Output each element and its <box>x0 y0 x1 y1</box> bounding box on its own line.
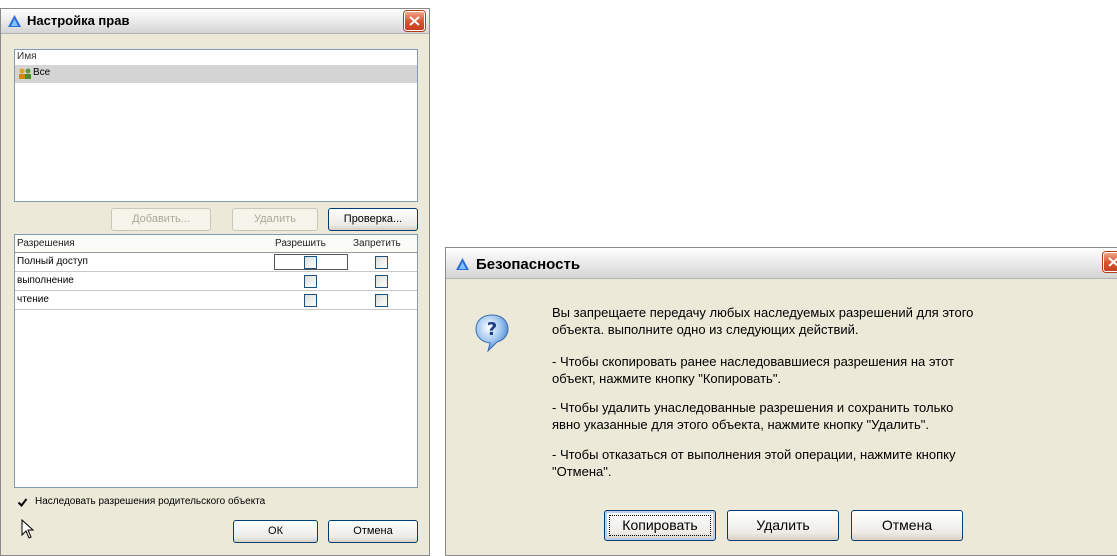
message-line: явно указанные для этого объекта, нажмит… <box>552 417 929 432</box>
allow-checkbox[interactable] <box>304 256 317 269</box>
allow-checkbox[interactable] <box>304 275 317 288</box>
close-icon <box>409 16 420 26</box>
message-line: - Чтобы удалить унаследованные разрешени… <box>552 400 954 415</box>
users-group-icon <box>19 68 31 79</box>
permission-label: Полный доступ <box>17 256 88 267</box>
svg-text:?: ? <box>487 319 497 340</box>
user-name: Все <box>33 67 51 78</box>
permission-label: чтение <box>17 294 49 305</box>
cancel-button[interactable]: Отмена <box>851 510 963 541</box>
allow-checkbox[interactable] <box>304 294 317 307</box>
remove-button[interactable]: Удалить <box>232 208 318 231</box>
table-header: Разрешения Разрешить Запретить <box>15 235 417 253</box>
permissions-dialog: Настройка прав Имя Все Добавить... Удали… <box>0 8 430 556</box>
column-header-allow: Разрешить <box>275 238 326 249</box>
close-button[interactable] <box>1103 252 1117 272</box>
message-line: - Чтобы скопировать ранее наследовавшиес… <box>552 354 954 369</box>
question-icon: ? <box>475 314 509 353</box>
mouse-cursor-icon <box>21 519 35 539</box>
add-button[interactable]: Добавить... <box>111 208 211 231</box>
focus-indicator <box>609 515 711 536</box>
permissions-table: Разрешения Разрешить Запретить Полный до… <box>14 234 418 488</box>
dialog-title: Настройка прав <box>27 13 130 28</box>
message-line: объекта. выполните одно из следующих дей… <box>552 322 859 337</box>
permission-label: выполнение <box>17 275 74 286</box>
message-line: Вы запрещаете передачу любых наследуемых… <box>552 305 974 320</box>
app-logo-icon <box>456 258 469 270</box>
column-header-permissions: Разрешения <box>17 238 75 249</box>
table-row: Полный доступ <box>15 253 417 272</box>
title-bar[interactable]: Настройка прав <box>1 9 429 34</box>
app-logo-icon <box>8 15 21 27</box>
message-line: объект, нажмите кнопку "Копировать". <box>552 371 782 386</box>
checkmark-icon[interactable] <box>17 497 28 508</box>
dialog-title: Безопасность <box>476 256 581 273</box>
deny-checkbox[interactable] <box>375 275 388 288</box>
remove-button[interactable]: Удалить <box>727 510 839 541</box>
ok-button[interactable]: ОК <box>233 520 318 543</box>
inherit-label: Наследовать разрешения родительского объ… <box>35 496 266 507</box>
message-line: - Чтобы отказаться от выполнения этой оп… <box>552 447 956 462</box>
deny-checkbox[interactable] <box>375 256 388 269</box>
cancel-button[interactable]: Отмена <box>328 520 418 543</box>
table-row: выполнение <box>15 272 417 291</box>
security-dialog: Безопасность ? Вы запрещаете передачу лю… <box>445 247 1117 556</box>
close-button[interactable] <box>404 11 425 31</box>
message-line: "Отмена". <box>552 464 612 479</box>
title-bar[interactable]: Безопасность <box>446 248 1117 279</box>
copy-button[interactable]: Копировать <box>604 510 716 541</box>
names-column-header: Имя <box>17 51 37 62</box>
close-icon <box>1108 257 1117 267</box>
list-item[interactable]: Все <box>15 65 417 83</box>
deny-checkbox[interactable] <box>375 294 388 307</box>
names-list[interactable]: Имя Все <box>14 49 418 202</box>
table-row: чтение <box>15 291 417 310</box>
check-button[interactable]: Проверка... <box>328 208 418 231</box>
column-header-deny: Запретить <box>353 238 401 249</box>
